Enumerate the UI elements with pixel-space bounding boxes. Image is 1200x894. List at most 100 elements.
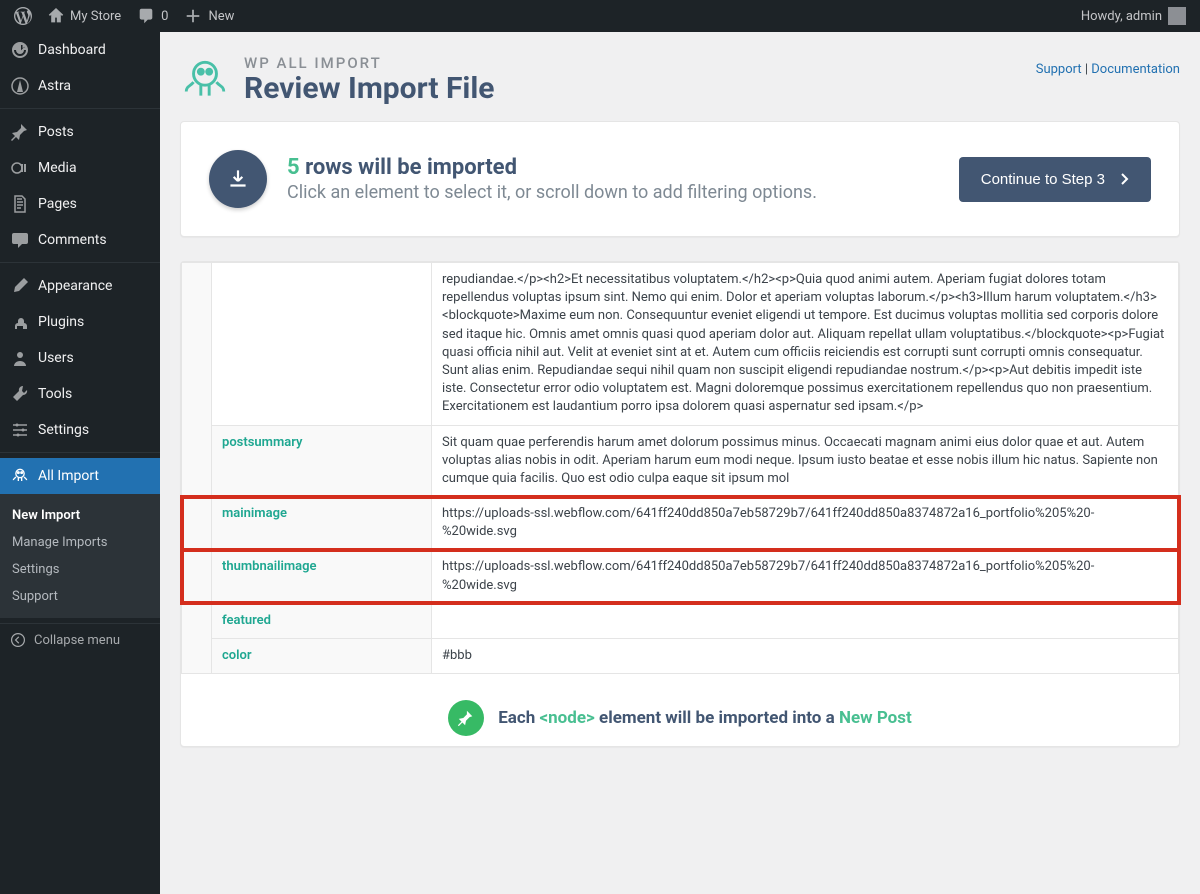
submenu-settings[interactable]: Settings — [0, 556, 160, 583]
menu-media[interactable]: Media — [0, 150, 160, 186]
menu-label: Pages — [38, 196, 77, 212]
media-icon — [10, 158, 30, 178]
user-icon — [10, 348, 30, 368]
footer-node: <node> — [539, 708, 594, 728]
table-row[interactable]: mainimage https://uploads-ssl.webflow.co… — [182, 497, 1179, 550]
data-preview-panel: repudiandae.</p><h2>Et necessitatibus vo… — [180, 261, 1180, 747]
home-icon — [48, 8, 64, 24]
new-content[interactable]: New — [176, 0, 242, 32]
submenu-all-import: New Import Manage Imports Settings Suppo… — [0, 494, 160, 618]
wp-logo[interactable] — [6, 0, 40, 32]
continue-label: Continue to Step 3 — [981, 171, 1105, 188]
submenu-support[interactable]: Support — [0, 583, 160, 610]
documentation-link[interactable]: Documentation — [1091, 62, 1180, 77]
footer-note: Each <node> element will be imported int… — [181, 700, 1179, 736]
chevron-right-icon — [1119, 172, 1129, 186]
cell-key[interactable]: color — [212, 639, 432, 674]
cell-value[interactable]: Sit quam quae perferendis harum amet dol… — [432, 425, 1179, 497]
dashboard-icon — [10, 40, 30, 60]
pin-circle-icon — [448, 700, 484, 736]
brush-icon — [10, 276, 30, 296]
admin-topbar: My Store 0 New Howdy, admin — [0, 0, 1200, 32]
menu-label: Dashboard — [38, 42, 106, 58]
table-row[interactable]: featured — [182, 603, 1179, 638]
table-row[interactable]: postsummary Sit quam quae perferendis ha… — [182, 425, 1179, 497]
avatar — [1168, 7, 1186, 25]
menu-tools[interactable]: Tools — [0, 376, 160, 412]
wpai-logo-icon — [180, 55, 230, 105]
menu-label: Settings — [38, 422, 89, 438]
new-label: New — [208, 9, 234, 24]
page-title: Review Import File — [244, 72, 495, 105]
account-menu[interactable]: Howdy, admin — [1073, 7, 1194, 25]
menu-comments[interactable]: Comments — [0, 222, 160, 258]
menu-pages[interactable]: Pages — [0, 186, 160, 222]
menu-label: Appearance — [38, 278, 112, 294]
menu-label: Media — [38, 160, 77, 176]
menu-label: Users — [38, 350, 74, 366]
table-row[interactable]: repudiandae.</p><h2>Et necessitatibus vo… — [182, 263, 1179, 426]
submenu-new-import[interactable]: New Import — [0, 502, 160, 529]
admin-sidebar: Dashboard Astra Posts Media Pages — [0, 32, 160, 894]
menu-label: Posts — [38, 124, 74, 140]
cell-value[interactable] — [432, 603, 1179, 638]
menu-dashboard[interactable]: Dashboard — [0, 32, 160, 68]
wordpress-icon — [14, 7, 32, 25]
footer-each: Each — [498, 708, 539, 728]
menu-label: Comments — [38, 232, 107, 248]
menu-astra[interactable]: Astra — [0, 68, 160, 104]
intro-panel: 5 rows will be imported Click an element… — [180, 121, 1180, 237]
comments-count: 0 — [161, 9, 168, 24]
comments-bubble[interactable]: 0 — [129, 0, 176, 32]
menu-label: Astra — [38, 78, 71, 94]
menu-users[interactable]: Users — [0, 340, 160, 376]
table-row[interactable]: thumbnailimage https://uploads-ssl.webfl… — [182, 550, 1179, 603]
comment-icon — [137, 7, 155, 25]
cell-key[interactable]: thumbnailimage — [212, 550, 432, 603]
collapse-icon — [10, 632, 26, 648]
menu-label: Plugins — [38, 314, 84, 330]
rows-count: 5 — [287, 155, 300, 180]
menu-appearance[interactable]: Appearance — [0, 268, 160, 304]
cell-key[interactable]: featured — [212, 603, 432, 638]
main-content: WP ALL IMPORT Review Import File Support… — [160, 32, 1200, 894]
submenu-manage-imports[interactable]: Manage Imports — [0, 529, 160, 556]
intro-subtitle: Click an element to select it, or scroll… — [287, 182, 939, 203]
cell-key[interactable]: postsummary — [212, 425, 432, 497]
cell-value[interactable]: #bbb — [432, 639, 1179, 674]
menu-all-import[interactable]: All Import — [0, 458, 160, 494]
pin-icon — [10, 122, 30, 142]
site-name[interactable]: My Store — [40, 0, 129, 32]
howdy-text: Howdy, admin — [1081, 9, 1162, 24]
menu-posts[interactable]: Posts — [0, 114, 160, 150]
pages-icon — [10, 194, 30, 214]
menu-label: All Import — [38, 468, 99, 484]
astra-icon — [10, 76, 30, 96]
cell-value[interactable]: https://uploads-ssl.webflow.com/641ff240… — [432, 497, 1179, 550]
menu-plugins[interactable]: Plugins — [0, 304, 160, 340]
continue-button[interactable]: Continue to Step 3 — [959, 157, 1151, 202]
data-table: repudiandae.</p><h2>Et necessitatibus vo… — [181, 262, 1179, 674]
collapse-menu[interactable]: Collapse menu — [0, 623, 160, 656]
collapse-label: Collapse menu — [34, 633, 120, 648]
menu-label: Tools — [38, 386, 72, 402]
header-links: Support | Documentation — [1036, 54, 1180, 77]
menu-settings[interactable]: Settings — [0, 412, 160, 448]
site-name-label: My Store — [70, 9, 121, 24]
plus-icon — [184, 7, 202, 25]
brand-title: WP ALL IMPORT — [244, 54, 495, 72]
comments-icon — [10, 230, 30, 250]
plug-icon — [10, 312, 30, 332]
sliders-icon — [10, 420, 30, 440]
support-link[interactable]: Support — [1036, 62, 1082, 77]
cell-value[interactable]: repudiandae.</p><h2>Et necessitatibus vo… — [432, 263, 1179, 426]
footer-middle: element will be imported into a — [595, 708, 839, 728]
octo-icon — [10, 466, 30, 486]
intro-title: 5 rows will be imported — [287, 155, 939, 180]
cell-value[interactable]: https://uploads-ssl.webflow.com/641ff240… — [432, 550, 1179, 603]
table-row[interactable]: color #bbb — [182, 639, 1179, 674]
rows-label: rows will be imported — [300, 155, 517, 180]
import-circle-icon — [209, 150, 267, 208]
cell-key[interactable]: mainimage — [212, 497, 432, 550]
footer-newpost: New Post — [839, 708, 912, 728]
